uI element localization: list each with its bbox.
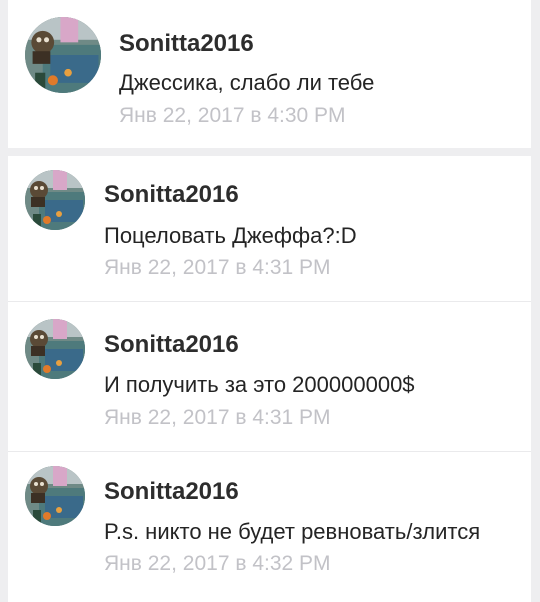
username[interactable]: Sonitta2016 <box>104 478 239 506</box>
timestamp: Янв 22, 2017 в 4:30 PM <box>119 104 346 127</box>
message-card: Sonitta2016 Джессика, слабо ли тебе Янв … <box>8 0 531 148</box>
avatar-image <box>25 319 85 379</box>
avatar[interactable] <box>25 319 85 379</box>
avatar-image <box>25 466 85 526</box>
timestamp: Янв 22, 2017 в 4:31 PM <box>104 406 331 429</box>
message-text: Поцеловать Джеффа?:D <box>104 223 357 248</box>
username[interactable]: Sonitta2016 <box>104 331 239 359</box>
username[interactable]: Sonitta2016 <box>119 30 254 58</box>
message-item[interactable]: Sonitta2016 И получить за это 200000000$… <box>8 302 531 451</box>
timestamp: Янв 22, 2017 в 4:32 PM <box>104 552 331 575</box>
avatar[interactable] <box>25 17 101 93</box>
avatar[interactable] <box>25 466 85 526</box>
message-text: P.s. никто не будет ревновать/злится <box>104 519 481 544</box>
avatar-image <box>25 170 85 230</box>
message-text: Джессика, слабо ли тебе <box>119 70 375 95</box>
avatar-image <box>25 17 101 93</box>
message-item[interactable]: Sonitta2016 P.s. никто не будет ревноват… <box>8 452 531 602</box>
thread-card: Sonitta2016 Поцеловать Джеффа?:D Янв 22,… <box>8 156 531 602</box>
message-text: И получить за это 200000000$ <box>104 372 415 397</box>
avatar[interactable] <box>25 170 85 230</box>
username[interactable]: Sonitta2016 <box>104 181 239 209</box>
message-item[interactable]: Sonitta2016 Джессика, слабо ли тебе Янв … <box>8 0 531 148</box>
message-item[interactable]: Sonitta2016 Поцеловать Джеффа?:D Янв 22,… <box>8 156 531 301</box>
timestamp: Янв 22, 2017 в 4:31 PM <box>104 256 331 279</box>
